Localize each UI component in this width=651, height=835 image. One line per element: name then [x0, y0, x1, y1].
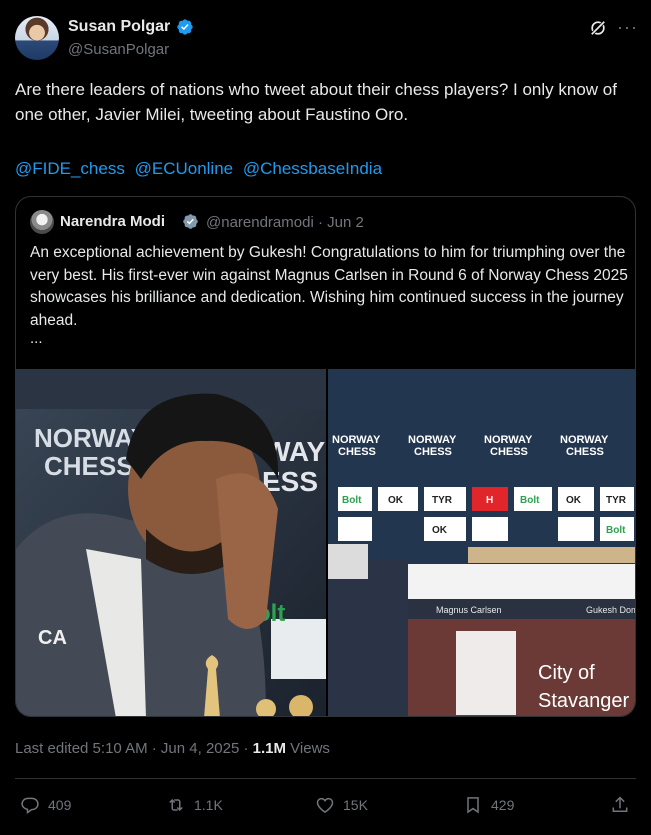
- quote-author-handle[interactable]: @narendramodi: [206, 214, 314, 231]
- quote-date[interactable]: Jun 2: [327, 214, 364, 231]
- photo-venue-art: NORWAY CHESS NORWAY CHESS NORWAY CHESS N…: [328, 369, 636, 716]
- city-of-text: City of: [538, 662, 595, 684]
- mention-ecu[interactable]: @ECUonline: [135, 159, 234, 178]
- sponsor-bolt-1: Bolt: [342, 495, 362, 506]
- photo-gukesh-art: NORWAY CHESS WAY ESS olt CA: [16, 369, 326, 716]
- quote-ellipsis: ...: [30, 330, 43, 347]
- divider: [15, 778, 636, 779]
- mention-chessbase[interactable]: @ChessbaseIndia: [243, 159, 382, 178]
- player-name-left: Magnus Carlsen: [436, 605, 502, 615]
- post-meta: Last edited 5:10 AM · Jun 4, 2025 · 1.1M…: [15, 740, 330, 757]
- photo-gukesh[interactable]: NORWAY CHESS WAY ESS olt CA: [16, 369, 326, 716]
- repost-icon: [169, 798, 183, 812]
- banner-3-line2: CHESS: [490, 446, 528, 458]
- quote-verified-badge-icon: [183, 214, 198, 229]
- reply-icon: [21, 797, 39, 814]
- reply-button[interactable]: 409: [20, 794, 71, 816]
- bg-text-chess: CHESS: [44, 451, 134, 481]
- bookmark-button[interactable]: 429: [463, 794, 514, 816]
- stavanger-text: Stavanger: [538, 690, 630, 712]
- bookmark-icon: [467, 797, 479, 814]
- author-name[interactable]: Susan Polgar: [68, 18, 170, 36]
- quoted-post[interactable]: Narendra Modi @narendramodi · Jun 2 An e…: [15, 196, 636, 717]
- banner-2-line2: CHESS: [414, 446, 452, 458]
- sponsor-okea-2: OK: [566, 495, 582, 506]
- player-name-right: Gukesh Dom: [586, 605, 636, 615]
- author-handle[interactable]: @SusanPolgar: [68, 41, 169, 58]
- views-label: Views: [286, 740, 330, 757]
- banner-4-line1: NORWAY: [560, 434, 609, 446]
- grok-icon[interactable]: [588, 18, 608, 38]
- banner-3-line1: NORWAY: [484, 434, 533, 446]
- mention-fide[interactable]: @FIDE_chess: [15, 159, 125, 178]
- quote-media: NORWAY CHESS WAY ESS olt CA NORWAY CHESS…: [16, 369, 636, 716]
- banner-1-line2: CHESS: [338, 446, 376, 458]
- separator-dot: ·: [317, 214, 328, 231]
- post-text: Are there leaders of nations who tweet a…: [15, 80, 617, 124]
- bookmark-count: 429: [491, 797, 515, 813]
- sponsor-tyr-2: TYR: [606, 495, 627, 506]
- heart-icon: [316, 797, 334, 813]
- repost-button[interactable]: 1.1K: [166, 794, 223, 816]
- banner-4-line2: CHESS: [566, 446, 604, 458]
- jacket-logo-text: CA: [38, 627, 67, 649]
- edited-timestamp[interactable]: Last edited 5:10 AM · Jun 4, 2025 ·: [15, 740, 253, 757]
- sponsor-okea-3: OK: [432, 525, 448, 536]
- verified-badge-icon: [177, 19, 193, 35]
- share-icon: [612, 796, 628, 812]
- repost-count: 1.1K: [194, 797, 223, 813]
- sponsor-okea-1: OK: [388, 495, 404, 506]
- reply-count: 409: [48, 797, 72, 813]
- views-count: 1.1M: [252, 740, 287, 757]
- quote-author-name[interactable]: Narendra Modi: [60, 213, 165, 230]
- sponsor-h-1: H: [486, 495, 493, 506]
- quote-author-avatar[interactable]: [30, 210, 54, 234]
- sponsor-bolt-3: Bolt: [606, 525, 626, 536]
- quote-meta: @narendramodi · Jun 2: [206, 214, 364, 231]
- sponsor-bolt-2: Bolt: [520, 495, 540, 506]
- like-count: 15K: [343, 797, 368, 813]
- share-button[interactable]: [610, 794, 638, 816]
- photo-venue[interactable]: NORWAY CHESS NORWAY CHESS NORWAY CHESS N…: [328, 369, 636, 716]
- author-avatar[interactable]: [15, 16, 59, 60]
- banner-2-line1: NORWAY: [408, 434, 457, 446]
- like-button[interactable]: 15K: [315, 794, 368, 816]
- sponsor-tyr-1: TYR: [432, 495, 453, 506]
- more-options-icon[interactable]: ···: [617, 17, 637, 37]
- post: Susan Polgar @SusanPolgar ··· Are there …: [0, 0, 651, 835]
- mentions: @FIDE_chess @ECUonline @ChessbaseIndia: [15, 156, 387, 181]
- quote-text: An exceptional achievement by Gukesh! Co…: [30, 244, 628, 329]
- banner-1-line1: NORWAY: [332, 434, 381, 446]
